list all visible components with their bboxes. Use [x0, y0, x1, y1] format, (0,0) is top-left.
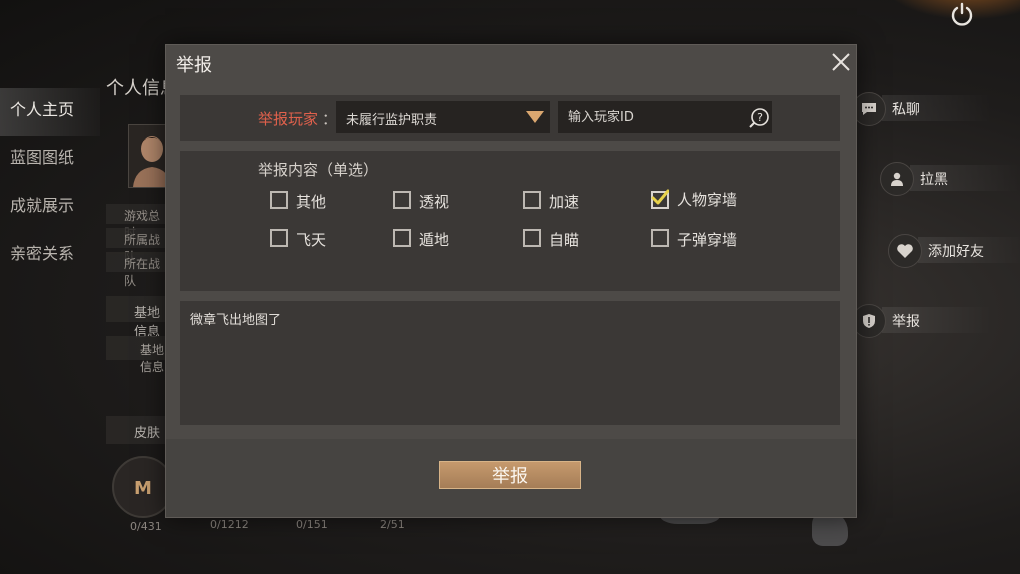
checkbox[interactable] [270, 191, 288, 209]
report-action[interactable]: 举报 [852, 304, 1002, 338]
report-player-row: 举报玩家 ： 未履行监护职责 ? [180, 95, 840, 141]
report-dialog: 举报 举报玩家 ： 未履行监护职责 ? 举报内容（单选） 其他 透视 加速 [165, 44, 857, 518]
checkbox[interactable] [270, 229, 288, 247]
info-row: 所在战队 [106, 252, 166, 288]
svg-text:?: ? [757, 111, 763, 124]
option-label: 加速 [549, 193, 580, 211]
chat-icon [852, 92, 886, 126]
count-label: 2/51 [380, 518, 405, 531]
private-chat-action[interactable]: 私聊 [852, 92, 1002, 126]
report-content-panel: 举报内容（单选） 其他 透视 加速 人物穿墙 飞天 遁地 自瞄 子弹穿墙 [180, 151, 840, 291]
action-label: 添加好友 [928, 244, 984, 260]
block-user-icon [880, 162, 914, 196]
checkbox[interactable] [393, 229, 411, 247]
checkbox[interactable] [393, 191, 411, 209]
action-label: 举报 [892, 314, 920, 330]
action-label: 私聊 [892, 102, 920, 118]
option-label: 遁地 [419, 231, 450, 249]
option-label: 透视 [419, 193, 450, 211]
checkmark-icon [651, 189, 669, 205]
action-label: 拉黑 [920, 172, 948, 188]
info-row: 所属战队 [106, 228, 166, 264]
add-friend-heart-icon [888, 234, 922, 268]
report-player-label: 举报玩家 [258, 110, 319, 128]
nav-item-home[interactable]: 个人主页 [0, 88, 100, 136]
reason-selected-value: 未履行监护职责 [346, 113, 438, 128]
skin-header: 皮肤 [106, 416, 166, 444]
dialog-title: 举报 [176, 55, 212, 76]
info-row: 游戏总时 [106, 204, 166, 240]
player-id-input[interactable] [558, 101, 772, 133]
svg-text:M: M [134, 478, 152, 499]
submit-report-button[interactable]: 举报 [439, 461, 581, 489]
checkbox-checked[interactable] [651, 189, 669, 209]
report-content-label: 举报内容（单选） [258, 161, 379, 179]
close-icon[interactable] [830, 51, 852, 73]
count-label: 0/431 [130, 520, 162, 533]
dialog-footer: 举报 [166, 439, 856, 517]
dropdown-arrow-icon [526, 111, 544, 123]
nav-item-blueprints[interactable]: 蓝图图纸 [0, 136, 100, 184]
nav-item-relationships[interactable]: 亲密关系 [0, 232, 100, 280]
option-label: 飞天 [296, 231, 327, 249]
count-label: 0/151 [296, 518, 328, 531]
nav-item-achievements[interactable]: 成就展示 [0, 184, 100, 232]
block-action[interactable]: 拉黑 [880, 162, 1020, 196]
shield-report-icon [852, 304, 886, 338]
base-info-header: 基地信息 [106, 296, 166, 340]
checkbox[interactable] [523, 229, 541, 247]
report-description-textarea[interactable]: 微章飞出地图了 [180, 301, 840, 425]
option-label: 自瞄 [549, 231, 580, 249]
option-label: 其他 [296, 193, 327, 211]
left-nav: 个人主页 蓝图图纸 成就展示 亲密关系 [0, 88, 100, 280]
reason-dropdown[interactable]: 未履行监护职责 [336, 101, 550, 133]
label-colon: ： [322, 110, 338, 128]
count-label: 0/1212 [210, 518, 249, 531]
checkbox[interactable] [651, 229, 669, 247]
power-icon[interactable] [948, 0, 976, 28]
help-icon[interactable]: ? [748, 107, 770, 129]
option-label: 人物穿墙 [677, 191, 738, 209]
checkbox[interactable] [523, 191, 541, 209]
option-label: 子弹穿墙 [677, 231, 738, 249]
base-info-row: 基地信息 [106, 336, 166, 374]
add-friend-action[interactable]: 添加好友 [888, 234, 1020, 268]
